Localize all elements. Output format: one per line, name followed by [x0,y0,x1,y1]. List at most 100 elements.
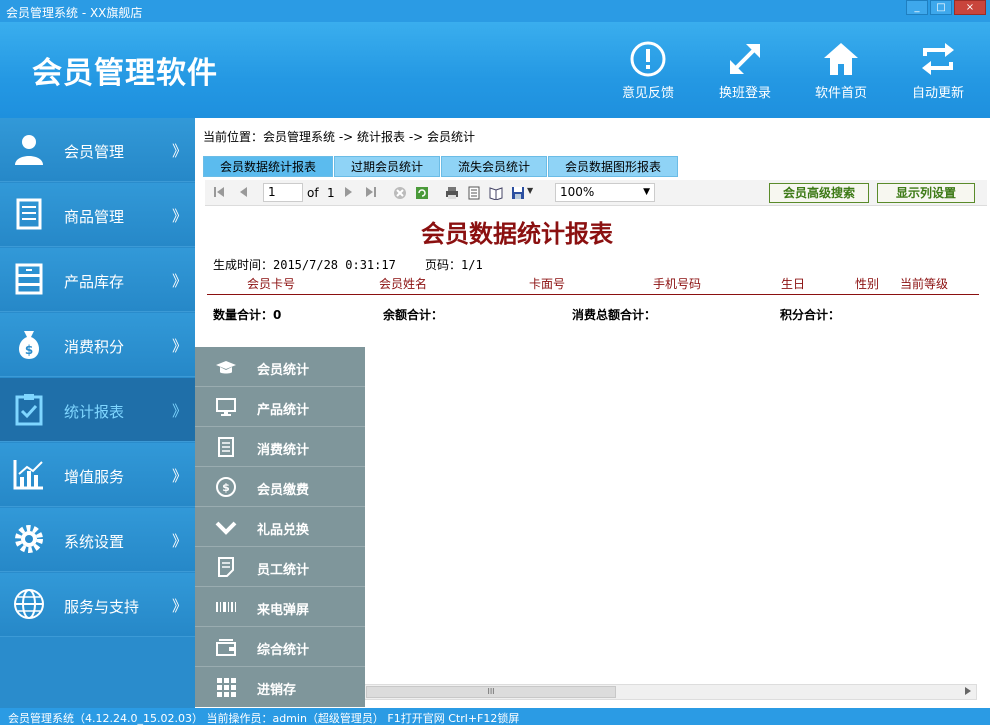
sidebar-item-label: 产品库存 [64,273,125,291]
dollar-circle-icon: $ [216,477,236,497]
sidebar-item-label: 统计报表 [64,403,125,421]
close-button[interactable]: × [954,0,986,15]
scroll-right-icon[interactable] [964,686,972,696]
submenu-item-product-stats[interactable]: 产品统计 [195,387,365,427]
column-header-phone: 手机号码 [653,277,702,291]
generated-time: 生成时间：2015/7/28 0:31:17 [213,258,396,272]
zoom-select[interactable]: 100% ▼ [555,183,655,202]
export-dropdown-icon[interactable]: ▼ [527,186,533,195]
submenu-item-gift-exchange[interactable]: 礼品兑换 [195,507,365,547]
switch-login-label: 换班登录 [718,86,771,101]
document-icon [16,198,42,230]
cabinet-icon [15,263,43,295]
advanced-search-button[interactable]: 会员高级搜索 [769,183,869,203]
home-button[interactable]: 软件首页 [801,40,881,101]
submenu-item-staff-stats[interactable]: 员工统计 [195,547,365,587]
sidebar-item-member-management[interactable]: 会员管理 》 [0,118,195,182]
breadcrumb: 当前位置：会员管理系统 -> 统计报表 -> 会员统计 [203,130,476,144]
sidebar-item-reports[interactable]: 统计报表 》 [0,378,195,442]
header-divider [207,294,979,295]
page-layout-icon[interactable] [467,186,481,200]
summary-points: 积分合计： [780,308,841,322]
report-toolbar: 1 of 1 ▼ 100% ▼ 会员高级搜索 显示列设置 [205,180,987,206]
summary-balance: 余额合计： [383,308,444,322]
submenu-item-label: 员工统计 [257,563,310,578]
stop-icon[interactable] [393,186,407,200]
column-header-card-number: 会员卡号 [247,277,296,291]
sidebar-item-points[interactable]: $ 消费积分 》 [0,313,195,377]
chevron-right-icon: 》 [172,532,188,550]
export-save-icon[interactable] [511,186,525,200]
auto-update-button[interactable]: 自动更新 [898,40,978,101]
maximize-button[interactable]: □ [930,0,952,15]
reports-submenu: 会员统计 产品统计 消费统计 $ 会员缴费 礼品兑换 员工统计 来电弹屏 综合统… [195,347,365,707]
chevron-right-icon: 》 [172,207,188,225]
sidebar-item-inventory[interactable]: 产品库存 》 [0,248,195,312]
title-bar: 会员管理系统 - XX旗舰店 _ □ × [0,0,990,22]
sidebar-item-product-management[interactable]: 商品管理 》 [0,183,195,247]
next-page-icon[interactable] [343,186,355,198]
sidebar-item-support[interactable]: 服务与支持 》 [0,573,195,637]
submenu-item-member-payment[interactable]: $ 会员缴费 [195,467,365,507]
graduation-cap-icon [216,361,236,374]
chart-icon [13,460,43,490]
chevron-icon [215,521,237,535]
sidebar-item-value-added[interactable]: 增值服务 》 [0,443,195,507]
submenu-item-label: 会员统计 [257,363,310,378]
print-icon[interactable] [445,186,459,200]
page-setup-icon[interactable] [489,186,503,200]
feedback-button[interactable]: 意见反馈 [608,40,688,101]
minimize-button[interactable]: _ [906,0,928,15]
last-page-icon[interactable] [365,186,377,198]
tab-member-charts[interactable]: 会员数据图形报表 [548,156,679,177]
report-tabs: 会员数据统计报表 过期会员统计 流失会员统计 会员数据图形报表 [203,156,679,177]
sidebar: 会员管理 》 商品管理 》 产品库存 》 $ 消费积分 》 统计报表 》 增值服… [0,118,195,708]
of-label: of [307,186,319,200]
total-pages: 1 [327,186,335,200]
clipboard-check-icon [15,394,43,426]
column-settings-button[interactable]: 显示列设置 [877,183,975,203]
money-bag-icon: $ [18,331,40,359]
tab-lost-members[interactable]: 流失会员统计 [441,156,548,177]
sidebar-item-label: 商品管理 [64,208,125,226]
first-page-icon[interactable] [213,186,225,198]
user-icon [15,135,43,165]
wallet-icon [216,639,236,656]
prev-page-icon[interactable] [237,186,249,198]
submenu-item-label: 消费统计 [257,443,310,458]
gear-icon [15,525,43,553]
submenu-item-label: 礼品兑换 [257,523,310,538]
submenu-item-spending-stats[interactable]: 消费统计 [195,427,365,467]
app-header: 会员管理软件 意见反馈 换班登录 软件首页 自动更新 [0,22,990,118]
scrollbar-thumb[interactable]: III [366,686,616,698]
submenu-item-inventory-flow[interactable]: 进销存 [195,667,365,707]
page-number-input[interactable]: 1 [263,183,303,202]
window-controls: _ □ × [906,0,986,16]
chevron-right-icon: 》 [172,337,188,355]
grid-icon [217,678,236,697]
home-label: 软件首页 [814,86,867,101]
chevron-right-icon: 》 [172,142,188,160]
submenu-item-overall-stats[interactable]: 综合统计 [195,627,365,667]
svg-text:$: $ [25,343,33,357]
chevron-right-icon: 》 [172,272,188,290]
auto-update-label: 自动更新 [911,86,964,101]
submenu-item-member-stats[interactable]: 会员统计 [195,347,365,387]
column-header-card-face: 卡面号 [529,277,566,291]
column-header-name: 会员姓名 [379,277,428,291]
column-header-birthday: 生日 [781,277,806,291]
summary-spending: 消费总额合计： [572,308,657,322]
switch-login-button[interactable]: 换班登录 [705,40,785,101]
status-bar: 会员管理系统（4.12.24.0_15.02.03） 当前操作员：admin（超… [0,708,990,725]
report-title: 会员数据统计报表 [421,220,613,248]
tab-member-report[interactable]: 会员数据统计报表 [203,156,334,177]
monitor-icon [216,398,236,416]
summary-count: 数量合计：0 [213,308,282,322]
submenu-item-caller-popup[interactable]: 来电弹屏 [195,587,365,627]
dropdown-arrow-icon: ▼ [643,187,650,197]
submenu-item-label: 会员缴费 [257,483,310,498]
page-info: 页码：1/1 [425,258,483,272]
tab-expired-members[interactable]: 过期会员统计 [334,156,441,177]
refresh-report-icon[interactable] [415,186,429,200]
sidebar-item-system-settings[interactable]: 系统设置 》 [0,508,195,572]
